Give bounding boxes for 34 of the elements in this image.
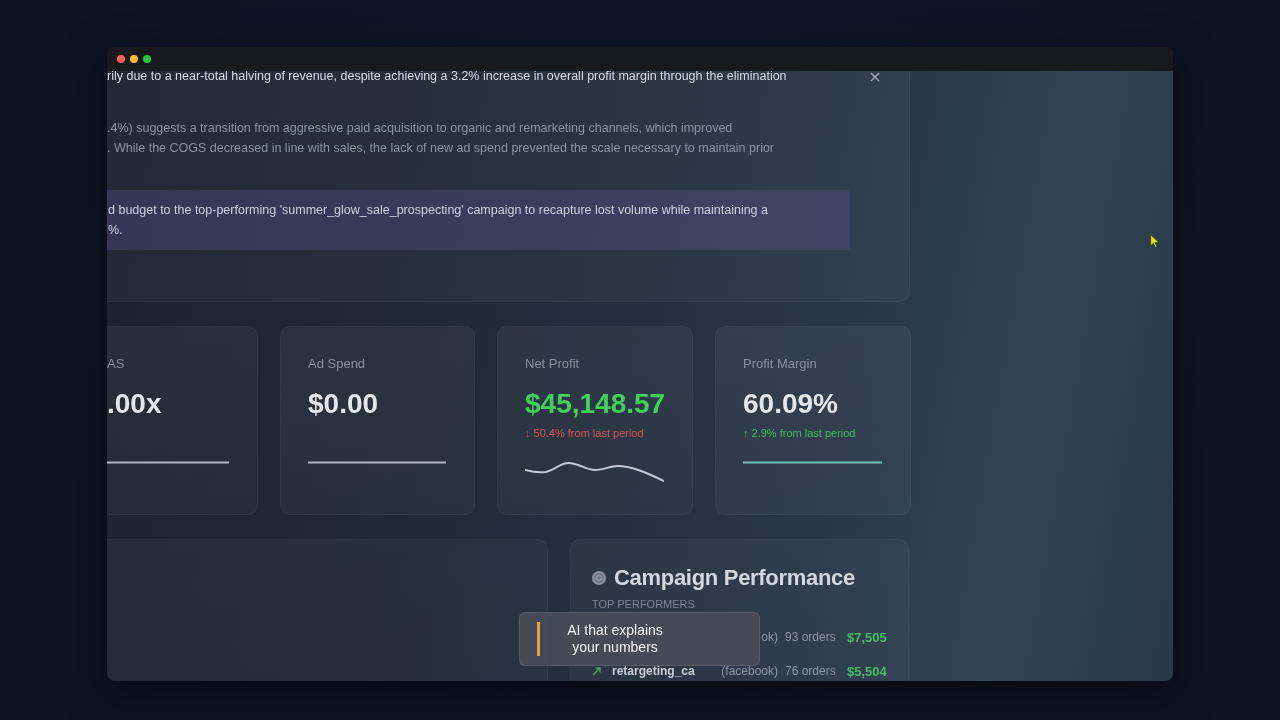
close-button[interactable]: [869, 71, 881, 83]
metric-change: ↓ 50.4% from last period: [525, 426, 644, 440]
campaign-platform: ok): [761, 630, 778, 644]
revenue-amount: $7,505: [847, 629, 887, 645]
insight-text: . While the COGS decreased in line with sales, the lack of new ad spend prevented the scale necessary to maintain prior: [107, 140, 775, 157]
trend-up-icon: [592, 666, 601, 676]
metric-label: AS: [107, 355, 125, 373]
campaign-name: retargeting_ca: [612, 664, 695, 678]
close-window-button[interactable]: [117, 55, 125, 63]
metric-value: $45,148.57: [525, 387, 666, 421]
panel-title: Campaign Performance: [614, 565, 855, 591]
revenue-amount: $5,504: [847, 663, 887, 679]
metric-label: Ad Spend: [308, 355, 366, 373]
close-icon: [870, 72, 880, 82]
caption-text: AI that explains your numbers: [566, 622, 664, 656]
target-icon: [592, 571, 606, 585]
panel-subtitle: TOP PERFORMERS: [592, 597, 695, 611]
recommendation-text: %.: [108, 222, 123, 239]
metric-label: Profit Margin: [743, 355, 817, 373]
order-count: 76 orders: [785, 664, 836, 678]
recommendation-text: d budget to the top-performing 'summer_glow_sale_prospecting' campaign to recapture lost volume while maintaining a: [108, 202, 768, 219]
cursor-icon: [1150, 234, 1160, 248]
metric-value: .00x: [107, 387, 162, 421]
campaign-platform: (facebook): [721, 664, 778, 678]
maximize-window-button[interactable]: [143, 55, 151, 63]
metric-value: $0.00: [308, 387, 379, 421]
metric-change: ↑ 2.9% from last period: [743, 426, 856, 440]
insight-text: .4%) suggests a transition from aggressive paid acquisition to organic and remarketing channels, which improved: [107, 120, 733, 137]
metric-value: 60.09%: [743, 387, 838, 421]
order-count: 93 orders: [785, 630, 836, 644]
metric-label: Net Profit: [525, 355, 580, 373]
accent-bar-icon: [537, 622, 540, 656]
insight-text: rily due to a near-total halving of revenue, despite achieving a 3.2% increase in overall profit margin through the elimination: [107, 71, 787, 85]
minimize-window-button[interactable]: [130, 55, 138, 63]
